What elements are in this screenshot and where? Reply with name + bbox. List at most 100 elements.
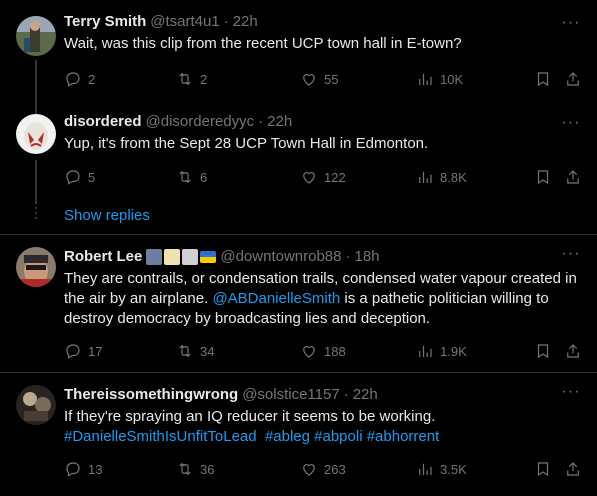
- thread-continuation-dots: [34, 204, 38, 224]
- memo-icon: [164, 249, 181, 265]
- tweet-time[interactable]: 22h: [233, 12, 258, 32]
- tweet-terry-smith[interactable]: Terry Smith @tsart4u1 · 22h Wait, was th…: [0, 0, 597, 110]
- more-options-icon[interactable]: ···: [561, 246, 581, 267]
- tweet-time[interactable]: 22h: [267, 112, 292, 132]
- bookmark-icon: [537, 462, 549, 477]
- retweet-button[interactable]: 6: [176, 168, 207, 186]
- analytics-icon: [419, 171, 432, 183]
- retweet-button[interactable]: 34: [176, 342, 214, 360]
- thread-line: [35, 160, 37, 204]
- film-frames-icon: [146, 249, 163, 265]
- reply-icon: [66, 170, 80, 185]
- more-options-icon[interactable]: ···: [561, 15, 581, 36]
- avatar[interactable]: [16, 114, 56, 154]
- views-button[interactable]: 1.9K: [416, 342, 467, 360]
- retweet-count: 2: [200, 71, 208, 87]
- bookmark-button[interactable]: [534, 168, 552, 186]
- tweet-robert-lee[interactable]: Robert Lee @downtownrob88 · 18h They are…: [0, 235, 597, 372]
- hashtag-links[interactable]: #DanielleSmithIsUnfitToLead #ableg #abpo…: [64, 427, 581, 447]
- heart-icon: [303, 346, 315, 358]
- film-strip-icon: [182, 249, 199, 265]
- avatar[interactable]: [16, 247, 56, 287]
- reply-icon: [66, 344, 80, 359]
- share-icon: [567, 344, 579, 358]
- like-button[interactable]: 122: [300, 168, 346, 186]
- reply-button[interactable]: 5: [64, 168, 95, 186]
- heart-icon: [303, 172, 315, 184]
- share-button[interactable]: [564, 342, 582, 360]
- author-name[interactable]: disordered: [64, 112, 142, 132]
- analytics-icon: [419, 345, 432, 357]
- avatar[interactable]: [16, 16, 56, 56]
- author-name[interactable]: Robert Lee: [64, 247, 142, 267]
- bookmark-icon: [537, 170, 549, 185]
- tweet-text: Wait, was this clip from the recent UCP …: [64, 35, 462, 52]
- retweet-count: 34: [200, 343, 215, 359]
- more-options-icon[interactable]: ···: [561, 384, 581, 405]
- retweet-button[interactable]: 36: [176, 460, 214, 478]
- share-icon: [567, 170, 579, 184]
- ukraine-flag-icon: [200, 251, 217, 263]
- reply-button[interactable]: 2: [64, 70, 95, 88]
- bookmark-icon: [537, 344, 549, 359]
- share-button[interactable]: [564, 70, 582, 88]
- views-button[interactable]: 8.8K: [416, 168, 467, 186]
- thread-line: [35, 102, 37, 114]
- views-button[interactable]: 3.5K: [416, 460, 467, 478]
- like-count: 188: [324, 343, 346, 359]
- reply-button[interactable]: 17: [64, 342, 102, 360]
- author-handle[interactable]: @solstice1157: [242, 385, 340, 405]
- tweet-time[interactable]: 22h: [353, 385, 378, 405]
- tweet-text: They are contrails, or condensation trai…: [64, 270, 577, 327]
- view-count: 3.5K: [440, 461, 467, 477]
- author-handle[interactable]: @tsart4u1: [150, 12, 219, 32]
- bookmark-button[interactable]: [534, 460, 552, 478]
- reply-count: 17: [88, 343, 103, 359]
- view-count: 1.9K: [440, 343, 467, 359]
- profile-emojis: [146, 249, 217, 265]
- reply-icon: [66, 462, 80, 477]
- author-handle[interactable]: @disorderedyyc: [146, 112, 255, 132]
- retweet-icon: [179, 462, 191, 476]
- like-button[interactable]: 188: [300, 342, 346, 360]
- mention-link[interactable]: @ABDanielleSmith: [212, 290, 340, 307]
- retweet-button[interactable]: 2: [176, 70, 207, 88]
- reply-icon: [66, 72, 80, 87]
- like-count: 122: [324, 169, 346, 185]
- avatar[interactable]: [16, 385, 56, 425]
- share-icon: [567, 462, 579, 476]
- reply-count: 13: [88, 461, 103, 477]
- author-name[interactable]: Terry Smith: [64, 12, 146, 32]
- bookmark-button[interactable]: [534, 70, 552, 88]
- views-button[interactable]: 10K: [416, 70, 463, 88]
- retweet-count: 36: [200, 461, 215, 477]
- retweet-icon: [179, 344, 191, 358]
- view-count: 8.8K: [440, 169, 467, 185]
- more-options-icon[interactable]: ···: [561, 115, 581, 136]
- show-replies-link[interactable]: Show replies: [64, 206, 150, 226]
- tweet-thereissomethingwrong[interactable]: Thereissomethingwrong @solstice1157 · 22…: [0, 373, 597, 496]
- like-button[interactable]: 55: [300, 70, 338, 88]
- bookmark-icon: [537, 72, 549, 87]
- bookmark-button[interactable]: [534, 342, 552, 360]
- reply-button[interactable]: 13: [64, 460, 102, 478]
- tweet-time[interactable]: 18h: [355, 247, 380, 267]
- like-count: 55: [324, 71, 339, 87]
- author-name[interactable]: Thereissomethingwrong: [64, 385, 238, 405]
- like-count: 263: [324, 461, 346, 477]
- analytics-icon: [419, 73, 432, 85]
- reply-count: 5: [88, 169, 96, 185]
- heart-icon: [303, 74, 315, 86]
- author-handle[interactable]: @downtownrob88: [220, 247, 341, 267]
- like-button[interactable]: 263: [300, 460, 346, 478]
- retweet-count: 6: [200, 169, 208, 185]
- share-button[interactable]: [564, 168, 582, 186]
- analytics-icon: [419, 463, 432, 475]
- reply-count: 2: [88, 71, 96, 87]
- tweet-text: If they're spraying an IQ reducer it see…: [64, 408, 436, 425]
- tweet-text: Yup, it's from the Sept 28 UCP Town Hall…: [64, 135, 429, 152]
- retweet-icon: [179, 170, 191, 184]
- tweet-disordered[interactable]: disordered @disorderedyyc · 22h Yup, it'…: [0, 102, 597, 204]
- retweet-icon: [179, 72, 191, 86]
- share-button[interactable]: [564, 460, 582, 478]
